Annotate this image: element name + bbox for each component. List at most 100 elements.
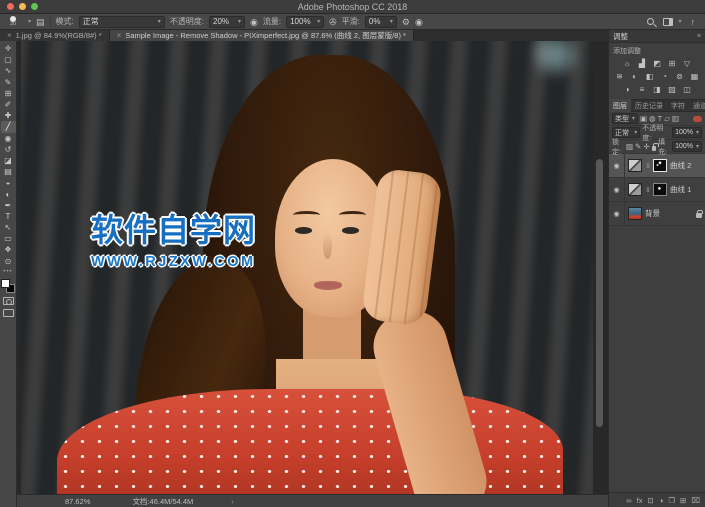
invert-icon[interactable]: ◑ [622,84,633,95]
spot-healing-tool[interactable]: ✚ [1,110,16,121]
hand-tool[interactable]: ❖ [1,244,16,255]
flow-select[interactable]: 100% ▾ [286,15,325,28]
foreground-color-swatch[interactable] [1,278,10,288]
search-icon[interactable] [647,18,655,25]
link-layers-icon[interactable]: ∞ [626,496,631,505]
color-balance-icon[interactable]: ◐ [629,71,640,82]
brush-preset-picker[interactable]: 30 [6,16,20,27]
eyedropper-tool[interactable]: ✐ [1,99,16,110]
fill-select[interactable]: 100% ▾ [672,141,703,152]
brush-tool[interactable]: ╱ [0,121,16,133]
levels-icon[interactable]: ▟ [637,58,648,69]
smoothing-select[interactable]: 0% ▾ [364,15,397,28]
new-layer-icon[interactable]: ⊞ [680,496,686,505]
move-tool[interactable]: ✛ [1,43,16,54]
screen-mode-button[interactable] [2,308,14,317]
layer-row-background[interactable]: ◉ 背景 [609,201,705,226]
filter-toggle[interactable] [693,115,702,122]
layer-mask-thumbnail[interactable] [653,159,667,172]
layer-filter-select[interactable]: 类型 ▾ [612,113,639,124]
layer-name[interactable]: 曲线 2 [670,160,691,171]
airbrush-icon[interactable]: ✇ [329,17,337,27]
status-menu-chevron-icon[interactable]: › [231,497,234,506]
filter-smart-object-icon[interactable]: ▥ [672,114,679,123]
workspace-switcher[interactable]: ▾ [663,17,682,26]
color-lookup-icon[interactable]: ▦ [689,71,700,82]
layers-opacity-select[interactable]: 100% ▾ [672,127,702,138]
tab-channels[interactable]: 通道 [689,99,705,112]
delete-layer-icon[interactable]: ⌧ [691,496,700,505]
channel-mixer-icon[interactable]: ⊚ [674,71,685,82]
layer-row-curves-2[interactable]: ◉ ∞ 曲线 2 [609,153,705,178]
curves-icon[interactable]: ◩ [652,58,663,69]
close-icon[interactable]: × [7,31,12,40]
chevron-down-icon[interactable]: ▾ [28,18,31,25]
tab-history[interactable]: 历史记录 [631,99,667,112]
zoom-tool[interactable]: ⊙ [1,256,16,267]
quick-selection-tool[interactable]: ✎ [1,77,16,88]
add-mask-icon[interactable]: ⊡ [647,496,653,505]
lock-image-icon[interactable]: ✎ [635,142,641,151]
mode-select[interactable]: 正常 ▾ [78,15,165,28]
layer-mask-thumbnail[interactable] [653,183,667,196]
tab-adjustments[interactable]: 调整 [613,31,628,42]
close-icon[interactable]: × [117,31,122,40]
photo-filter-icon[interactable]: ◔ [659,71,670,82]
selective-color-icon[interactable]: ◫ [682,84,693,95]
background-layer-thumbnail[interactable] [628,207,642,220]
pressure-opacity-icon[interactable]: ◉ [250,17,258,27]
vertical-scrollbar[interactable] [596,159,603,427]
smoothing-options-gear-icon[interactable]: ⚙ [402,17,410,27]
toggle-brush-panel-icon[interactable]: ▤ [36,17,45,27]
marquee-tool[interactable]: ▢ [1,54,16,65]
document-tab-1[interactable]: × 1.jpg @ 84.9%(RGB/8#) * [0,30,110,41]
crop-tool[interactable]: ⊞ [1,88,16,99]
new-adjustment-icon[interactable]: ◑ [659,496,664,505]
edit-toolbar-ellipsis[interactable]: ••• [3,269,12,275]
new-group-icon[interactable]: ❒ [668,496,675,505]
threshold-icon[interactable]: ◨ [652,84,663,95]
type-tool[interactable]: T [1,211,16,222]
gradient-map-icon[interactable]: ▨ [667,84,678,95]
document-tab-2[interactable]: × Sample Image - Remove Shadow - PIXimpe… [109,30,414,41]
blur-tool[interactable]: ◒ [1,177,16,188]
clone-stamp-tool[interactable]: ◉ [1,133,16,144]
lock-position-icon[interactable]: ✛ [643,142,649,151]
visibility-eye-icon[interactable]: ◉ [612,161,621,170]
panel-menu-icon[interactable]: ≡ [697,33,701,40]
lock-all-icon[interactable] [651,142,658,151]
curves-adjustment-thumbnail[interactable] [628,159,642,172]
canvas-area[interactable]: 软件自学网 WWW.RJZXW.COM [17,41,608,494]
layer-name[interactable]: 背景 [645,208,660,219]
history-brush-tool[interactable]: ↺ [1,144,16,155]
layer-name[interactable]: 曲线 1 [670,184,691,195]
dodge-tool[interactable]: ◐ [1,188,16,199]
pen-tool[interactable]: ✒ [1,200,16,211]
black-white-icon[interactable]: ◧ [644,71,655,82]
curves-adjustment-thumbnail[interactable] [628,183,642,196]
shape-tool[interactable]: ▭ [1,233,16,244]
layer-effects-icon[interactable]: fx [637,496,643,505]
quick-mask-button[interactable] [2,296,14,305]
visibility-eye-icon[interactable]: ◉ [612,185,621,194]
exposure-icon[interactable]: ⊞ [667,58,678,69]
brightness-contrast-icon[interactable]: ☼ [622,58,633,69]
path-selection-tool[interactable]: ↖ [1,222,16,233]
opacity-select[interactable]: 20% ▾ [209,15,245,28]
tab-layers[interactable]: 图层 [609,99,631,112]
vibrance-icon[interactable]: ▽ [682,58,693,69]
lasso-tool[interactable]: ∿ [1,65,16,76]
layer-row-curves-1[interactable]: ◉ ∞ 曲线 1 [609,177,705,202]
zoom-level-field[interactable]: 87.62% [65,497,90,506]
hue-saturation-icon[interactable]: ≋ [614,71,625,82]
photo-document[interactable]: 软件自学网 WWW.RJZXW.COM [21,41,593,494]
gradient-tool[interactable]: ▤ [1,166,16,177]
color-swatches[interactable] [1,278,15,293]
lock-transparent-icon[interactable]: ▨ [626,142,633,151]
visibility-eye-icon[interactable]: ◉ [612,209,621,218]
eraser-tool[interactable]: ◪ [1,155,16,166]
pressure-size-icon[interactable]: ◉ [415,17,423,27]
share-icon[interactable]: ↑ [691,17,696,27]
posterize-icon[interactable]: ≡ [637,84,648,95]
tab-character[interactable]: 字符 [667,99,689,112]
